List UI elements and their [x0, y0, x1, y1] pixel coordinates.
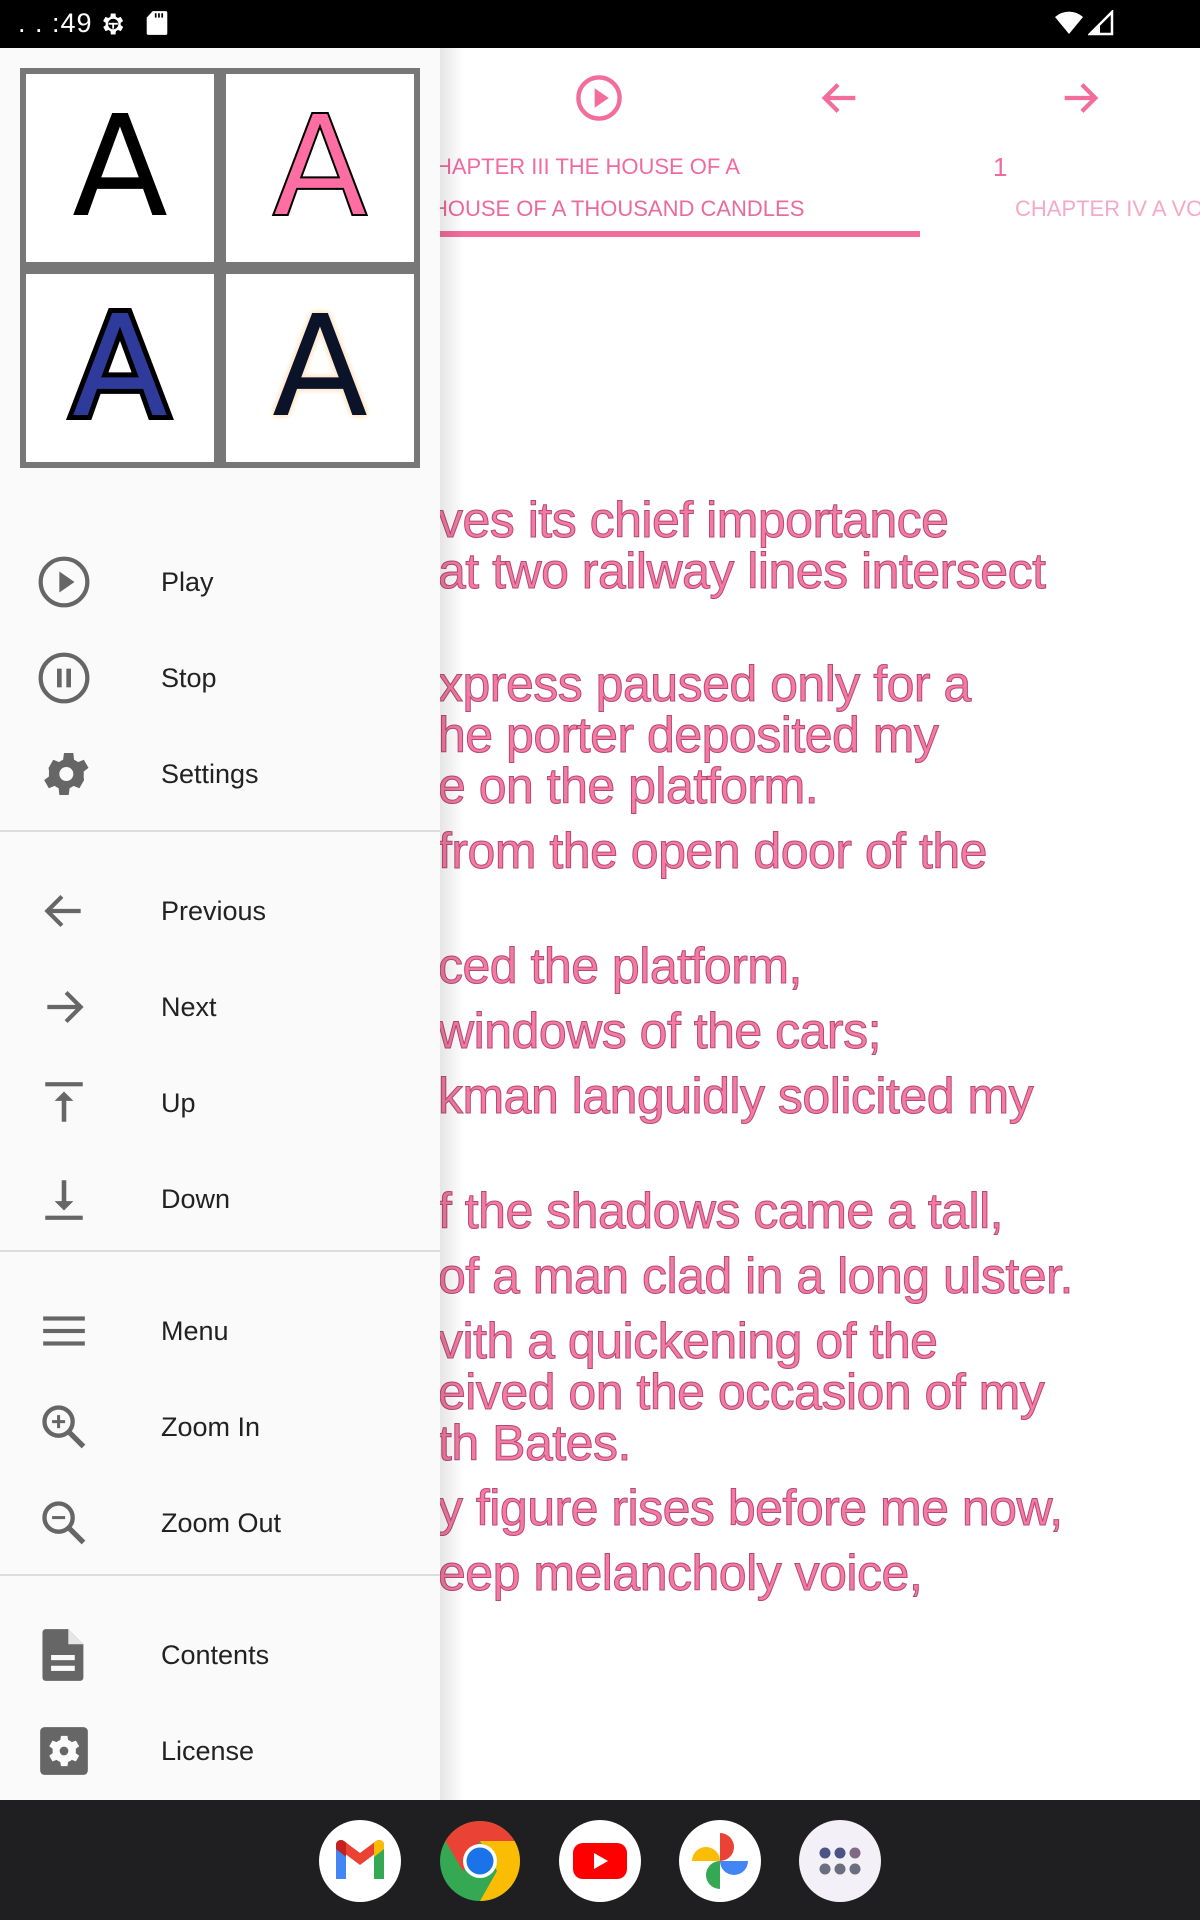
menu-item-license[interactable]: License — [0, 1703, 440, 1799]
play-circle-icon — [576, 75, 622, 121]
dock-app-drawer[interactable] — [799, 1820, 881, 1902]
menu-item-menu[interactable]: Menu — [0, 1283, 440, 1379]
font-style-dark-glow[interactable]: A — [226, 274, 414, 462]
gmail-icon — [336, 1840, 384, 1879]
document-icon — [36, 1627, 92, 1683]
menu-item-settings[interactable]: Settings — [0, 726, 440, 822]
menu-divider — [0, 1250, 440, 1252]
menu-label: Previous — [161, 895, 267, 926]
text-line: windows of the cars; — [438, 1003, 882, 1060]
previous-button[interactable] — [812, 70, 868, 126]
license-gear-icon — [36, 1723, 92, 1779]
hamburger-menu-icon — [36, 1303, 92, 1359]
menu-label: Stop — [161, 662, 217, 693]
menu-item-zoom-in[interactable]: Zoom In — [0, 1379, 440, 1475]
dock-app-chrome[interactable] — [439, 1820, 521, 1902]
arrow-right-icon — [36, 979, 92, 1035]
menu-item-up[interactable]: Up — [0, 1055, 440, 1151]
font-style-pink[interactable]: A — [226, 74, 414, 262]
menu-label: License — [161, 1735, 255, 1766]
play-button[interactable] — [571, 70, 627, 126]
text-line: f the shadows came a tall, — [437, 1183, 1004, 1240]
page-number: 1 — [993, 152, 1008, 182]
font-style-picker: A A A A — [20, 68, 420, 468]
chrome-icon — [440, 1821, 520, 1901]
zoom-out-icon — [36, 1495, 92, 1551]
navigation-drawer: A A A A Play Stop Settings Previous Next — [0, 48, 440, 1800]
text-line: y figure rises before me now, — [438, 1480, 1064, 1537]
next-button[interactable] — [1052, 70, 1108, 126]
menu-label: Menu — [161, 1315, 229, 1346]
text-line: e on the platform. — [437, 758, 819, 815]
zoom-in-icon — [36, 1399, 92, 1455]
gear-icon — [36, 746, 92, 802]
arrow-left-icon — [821, 83, 856, 113]
text-line: kman languidly solicited my — [437, 1068, 1034, 1125]
font-sample-glyph: A — [67, 286, 173, 449]
dock-app-photos[interactable] — [679, 1820, 761, 1902]
text-line: from the open door of the — [438, 823, 988, 880]
menu-item-contents[interactable]: Contents — [0, 1607, 440, 1703]
pause-circle-icon — [36, 650, 92, 706]
text-line: ced the platform, — [438, 938, 803, 995]
menu-item-zoom-out[interactable]: Zoom Out — [0, 1475, 440, 1571]
menu-label: Up — [161, 1087, 196, 1118]
menu-label: Play — [161, 566, 214, 597]
font-sample-glyph: A — [272, 286, 368, 449]
dock-app-youtube[interactable] — [559, 1820, 641, 1902]
menu-label: Zoom In — [161, 1411, 261, 1442]
menu-item-down[interactable]: Down — [0, 1151, 440, 1247]
text-line: of a man clad in a long ulster. — [438, 1248, 1074, 1305]
menu-divider — [0, 830, 440, 832]
text-line: eep melancholy voice, — [437, 1545, 923, 1602]
sd-card-icon — [146, 11, 168, 35]
menu-label: Down — [161, 1183, 231, 1214]
font-sample-glyph: A — [271, 86, 369, 249]
play-circle-icon — [36, 554, 92, 610]
font-style-black[interactable]: A — [26, 74, 214, 262]
youtube-icon — [573, 1843, 627, 1879]
menu-label: Settings — [161, 758, 259, 789]
drawer-shadow — [440, 48, 464, 1800]
menu-label: Next — [161, 991, 217, 1022]
font-style-blue-outline[interactable]: A — [26, 274, 214, 462]
arrow-left-icon — [36, 883, 92, 939]
status-bar: . . :49 — [0, 0, 1200, 48]
settings-gear-icon — [103, 13, 124, 35]
status-time: . . :49 — [18, 8, 93, 38]
menu-item-stop[interactable]: Stop — [0, 630, 440, 726]
wifi-icon — [1055, 11, 1083, 34]
arrow-right-icon — [1064, 83, 1099, 113]
menu-item-next[interactable]: Next — [0, 959, 440, 1055]
dock-app-gmail[interactable] — [319, 1820, 401, 1902]
arrow-up-to-line-icon — [36, 1075, 92, 1131]
font-sample-glyph: A — [72, 86, 168, 249]
text-line: at two railway lines intersect — [437, 543, 1046, 600]
menu-item-play[interactable]: Play — [0, 534, 440, 630]
tab-next-chapter[interactable]: CHAPTER IV A VO — [1015, 196, 1200, 222]
arrow-down-to-line-icon — [36, 1171, 92, 1227]
text-line: th Bates. — [438, 1415, 632, 1472]
menu-label: Contents — [161, 1639, 270, 1670]
menu-divider — [0, 1574, 440, 1576]
app-grid-icon — [819, 1847, 861, 1875]
menu-item-previous[interactable]: Previous — [0, 863, 440, 959]
menu-label: Zoom Out — [161, 1507, 282, 1538]
app-dock — [0, 1800, 1200, 1920]
cell-signal-icon — [1088, 10, 1114, 36]
photos-icon — [692, 1833, 748, 1889]
